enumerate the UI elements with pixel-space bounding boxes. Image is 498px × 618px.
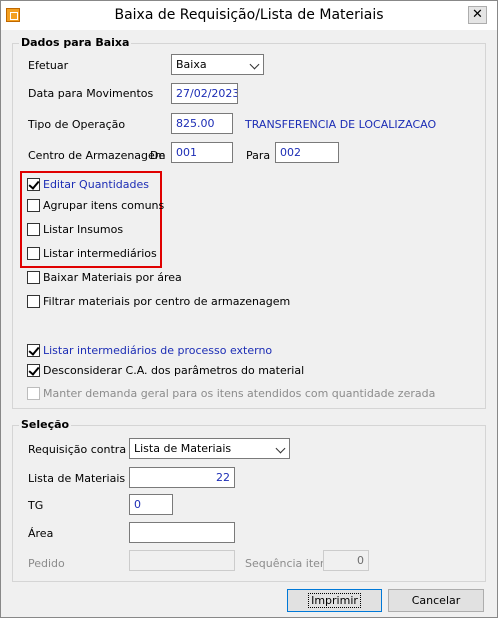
checkbox-label: Desconsiderar C.A. dos parâmetros do mat… <box>43 363 305 377</box>
checkbox-baixar-por-area[interactable]: Baixar Materiais por área <box>27 269 182 285</box>
pedido-field <box>129 550 235 571</box>
checkbox-agrupar-itens[interactable]: Agrupar itens comuns <box>27 197 164 213</box>
chevron-down-icon <box>249 59 260 70</box>
data-movimentos-label: Data para Movimentos <box>28 87 154 100</box>
area-field[interactable] <box>129 522 235 543</box>
checkbox-label: Manter demanda geral para os itens atend… <box>43 386 436 400</box>
checkbox-label: Agrupar itens comuns <box>43 198 165 212</box>
sequencia-item-label: Sequência item <box>245 557 331 570</box>
tg-label: TG <box>28 499 44 512</box>
checkbox-box[interactable] <box>27 270 40 284</box>
close-icon: ✕ <box>472 7 483 22</box>
sequencia-item-field: 0 <box>323 550 369 571</box>
efetuar-label: Efetuar <box>28 59 69 72</box>
pedido-label: Pedido <box>28 557 65 570</box>
checkbox-box[interactable] <box>27 363 40 377</box>
efetuar-value: Baixa <box>176 58 207 71</box>
chevron-down-icon <box>275 443 286 454</box>
group-dados-baixa-legend: Dados para Baixa <box>19 36 132 49</box>
checkbox-box[interactable] <box>27 177 40 191</box>
checkbox-box[interactable] <box>27 198 40 212</box>
area-label: Área <box>28 527 54 540</box>
centro-para-field[interactable]: 002 <box>275 142 339 163</box>
checkbox-label: Baixar Materiais por área <box>43 270 182 284</box>
window-title: Baixa de Requisição/Lista de Materiais <box>114 7 384 23</box>
checkbox-listar-insumos[interactable]: Listar Insumos <box>27 221 123 237</box>
checkbox-editar-quantidades[interactable]: Editar Quantidades <box>27 176 149 192</box>
requisicao-contra-select[interactable]: Lista de Materiais <box>129 438 290 459</box>
checkbox-listar-processo-externo[interactable]: Listar intermediários de processo extern… <box>27 342 272 358</box>
checkbox-box[interactable] <box>27 294 40 308</box>
tipo-operacao-desc: TRANSFERENCIA DE LOCALIZACAO <box>245 118 437 131</box>
checkbox-box[interactable] <box>27 246 40 260</box>
centro-para-label: Para <box>246 149 271 162</box>
checkbox-label: Listar Insumos <box>43 222 124 236</box>
checkbox-label: Listar intermediários <box>43 246 157 260</box>
checkbox-box[interactable] <box>27 222 40 236</box>
tipo-operacao-field[interactable]: 825.00 <box>171 113 233 134</box>
tipo-operacao-label: Tipo de Operação <box>28 118 126 131</box>
checkbox-label: Listar intermediários de processo extern… <box>43 343 273 357</box>
centro-armazenagem-label: Centro de Armazenagem <box>28 149 166 162</box>
checkbox-listar-intermediarios[interactable]: Listar intermediários <box>27 245 157 261</box>
data-movimentos-field[interactable]: 27/02/2023 <box>171 83 238 104</box>
centro-de-field[interactable]: 001 <box>171 142 233 163</box>
dialog-window: Baixa de Requisição/Lista de Materiais ✕… <box>0 0 498 618</box>
checkbox-label: Filtrar materiais por centro de armazena… <box>43 294 291 308</box>
imprimir-button-label: Imprimir <box>308 593 361 608</box>
checkbox-label: Editar Quantidades <box>43 177 149 191</box>
lista-materiais-label: Lista de Materiais <box>28 472 126 485</box>
title-bar: Baixa de Requisição/Lista de Materiais ✕ <box>1 1 497 30</box>
checkbox-box <box>27 386 40 400</box>
group-selecao-legend: Seleção <box>19 418 72 431</box>
cancelar-button-label: Cancelar <box>411 594 461 607</box>
requisicao-contra-label: Requisição contra <box>28 443 127 456</box>
tg-field[interactable]: 0 <box>129 494 173 515</box>
checkbox-box[interactable] <box>27 343 40 357</box>
centro-de-label: De <box>150 149 166 162</box>
checkbox-filtrar-centro[interactable]: Filtrar materiais por centro de armazena… <box>27 293 290 309</box>
checkbox-manter-demanda: Manter demanda geral para os itens atend… <box>27 385 435 401</box>
close-button[interactable]: ✕ <box>468 6 487 24</box>
imprimir-button[interactable]: Imprimir <box>287 589 382 612</box>
requisicao-contra-value: Lista de Materiais <box>134 442 232 455</box>
cancelar-button[interactable]: Cancelar <box>388 589 484 612</box>
checkbox-desconsiderar-ca[interactable]: Desconsiderar C.A. dos parâmetros do mat… <box>27 362 304 378</box>
lista-materiais-field[interactable]: 22 <box>129 467 235 488</box>
efetuar-select[interactable]: Baixa <box>171 54 264 75</box>
